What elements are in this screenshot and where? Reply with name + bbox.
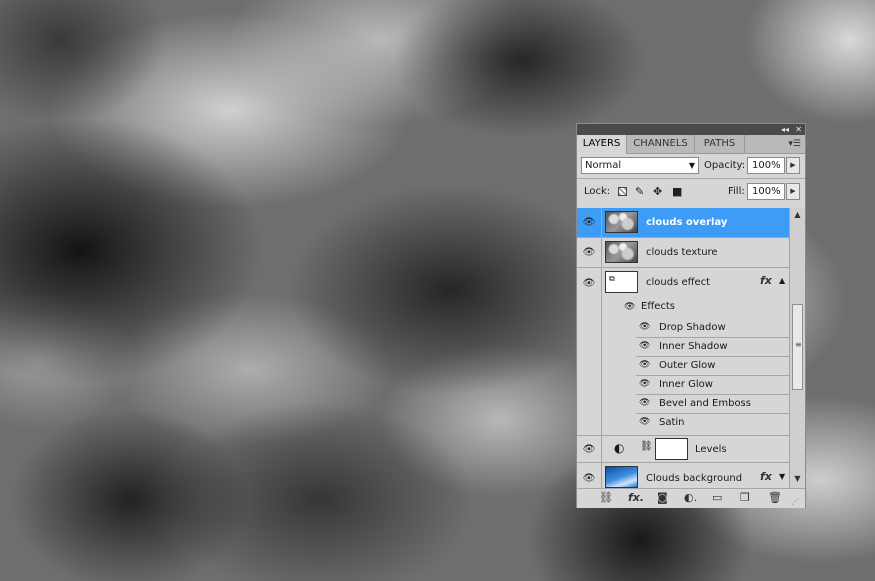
layer-thumbnail <box>605 241 638 263</box>
eye-icon[interactable]: 👁 <box>577 436 602 462</box>
layer-name: clouds effect <box>646 277 711 288</box>
scroll-down-icon[interactable]: ▼ <box>790 474 805 483</box>
fill-slider-button[interactable]: ▶ <box>786 183 800 200</box>
lock-icon[interactable]: ■ <box>672 185 682 199</box>
resize-grip-icon[interactable]: ⋰ <box>791 495 799 509</box>
layers-scrollbar[interactable]: ▲ ≡ ▼ <box>789 208 805 488</box>
effect-item[interactable]: 👁 Bevel and Emboss <box>636 395 789 414</box>
eye-icon[interactable]: 👁 <box>577 268 602 298</box>
opacity-slider-button[interactable]: ▶ <box>786 157 800 174</box>
effect-name: Inner Glow <box>659 379 713 390</box>
layer-thumbnail <box>605 211 638 233</box>
collapse-panel-icon[interactable]: ◂◂ <box>781 124 789 135</box>
effect-item[interactable]: 👁 Outer Glow <box>636 357 789 376</box>
eye-icon[interactable]: 👁 <box>639 379 650 389</box>
eye-icon[interactable]: 👁 <box>639 398 650 408</box>
link-icon[interactable]: ⛓ <box>640 441 653 452</box>
fx-icon[interactable]: fx. <box>628 491 644 505</box>
adjustment-icon[interactable]: ◐. <box>684 491 697 505</box>
opacity-label: Opacity: <box>704 160 746 171</box>
eye-icon[interactable]: 👁 <box>639 341 650 351</box>
link-icon[interactable]: ⛓ <box>599 491 613 505</box>
adjustment-icon: ◐ <box>614 441 625 455</box>
group-folder-icon[interactable]: ▭ <box>712 491 722 505</box>
layer-name: clouds texture <box>646 247 718 258</box>
mask-icon[interactable]: ◙ <box>657 491 668 505</box>
eye-icon[interactable]: 👁 <box>624 302 635 312</box>
layer-clouds-overlay[interactable]: 👁 clouds overlay <box>577 208 789 238</box>
layer-name: Levels <box>695 444 727 455</box>
tab-layers[interactable]: LAYERS <box>577 135 627 154</box>
tab-paths[interactable]: PATHS <box>695 135 745 153</box>
effect-item[interactable]: 👁 Drop Shadow <box>636 319 789 338</box>
layer-thumbnail <box>605 466 638 488</box>
brush-icon[interactable]: ✎ <box>635 185 644 199</box>
fill-label: Fill: <box>728 186 745 197</box>
opacity-input[interactable]: 100% <box>747 157 785 174</box>
layers-panel: ◂◂ ✕ LAYERS CHANNELS PATHS ▾☰ Normal ▼ O… <box>576 123 806 508</box>
eye-icon[interactable]: 👁 <box>639 360 650 370</box>
effect-item[interactable]: 👁 Inner Glow <box>636 376 789 395</box>
grip-icon: ≡ <box>795 340 802 349</box>
eye-icon[interactable]: 👁 <box>577 238 602 267</box>
expand-effects-icon[interactable]: ▼ <box>779 472 785 481</box>
eye-icon[interactable]: 👁 <box>577 208 602 237</box>
panel-menu-icon[interactable]: ▾☰ <box>788 135 801 153</box>
effects-group: 👁 Effects 👁 Drop Shadow 👁 Inner Shadow 👁… <box>577 298 789 435</box>
layer-mask-thumbnail <box>655 438 688 460</box>
move-icon[interactable]: ✥ <box>653 185 662 199</box>
panel-tabs: LAYERS CHANNELS PATHS ▾☰ <box>577 135 805 154</box>
eye-column <box>577 298 602 435</box>
effect-name: Inner Shadow <box>659 341 728 352</box>
layer-name: Clouds background <box>646 473 743 484</box>
close-panel-icon[interactable]: ✕ <box>795 124 802 135</box>
eye-icon[interactable]: 👁 <box>639 322 650 332</box>
effect-item[interactable]: 👁 Satin <box>636 414 789 433</box>
layer-name: clouds overlay <box>646 217 728 228</box>
scroll-up-icon[interactable]: ▲ <box>790 210 805 219</box>
effect-name: Outer Glow <box>659 360 716 371</box>
fill-input[interactable]: 100% <box>747 183 785 200</box>
scrollbar-thumb[interactable]: ≡ <box>792 304 803 390</box>
blend-mode-select[interactable]: Normal ▼ <box>581 157 699 174</box>
layers-list: 👁 clouds overlay 👁 clouds texture 👁 ⧉ cl… <box>577 208 789 488</box>
blend-mode-value: Normal <box>585 160 622 171</box>
layer-clouds-effect[interactable]: 👁 ⧉ clouds effect fx ▲ <box>577 268 789 298</box>
new-layer-icon[interactable]: ❐ <box>740 491 750 505</box>
effects-header: Effects <box>641 301 675 312</box>
effect-name: Bevel and Emboss <box>659 398 751 409</box>
effect-item[interactable]: 👁 Inner Shadow <box>636 338 789 357</box>
trash-icon[interactable]: 🗑 <box>768 491 782 505</box>
lock-row: Lock: ✎ ✥ ■ Fill: 100% ▶ <box>577 181 805 203</box>
layer-clouds-texture[interactable]: 👁 clouds texture <box>577 238 789 268</box>
layer-clouds-background[interactable]: 👁 Clouds background fx ▼ <box>577 463 789 488</box>
tab-channels[interactable]: CHANNELS <box>627 135 695 153</box>
fx-icon[interactable]: fx <box>760 274 772 287</box>
fx-icon[interactable]: fx <box>760 470 772 483</box>
effect-name: Satin <box>659 417 685 428</box>
lock-transparency-icon[interactable] <box>618 187 627 196</box>
collapse-effects-icon[interactable]: ▲ <box>779 276 785 285</box>
eye-icon[interactable]: 👁 <box>639 417 650 427</box>
lock-label: Lock: <box>584 186 611 197</box>
divider <box>577 178 805 179</box>
layer-levels[interactable]: 👁 ◐ ⛓ Levels <box>577 435 789 463</box>
chevron-down-icon: ▼ <box>688 161 695 170</box>
blend-row: Normal ▼ Opacity: 100% ▶ <box>577 155 805 177</box>
effect-name: Drop Shadow <box>659 322 726 333</box>
eye-icon[interactable]: 👁 <box>577 463 602 488</box>
panel-titlebar: ◂◂ ✕ <box>577 124 805 135</box>
panel-footer: ⛓ fx. ◙ ◐. ▭ ❐ 🗑 ⋰ <box>577 488 805 508</box>
smart-object-thumbnail: ⧉ <box>605 271 638 293</box>
smart-object-icon: ⧉ <box>609 274 615 283</box>
